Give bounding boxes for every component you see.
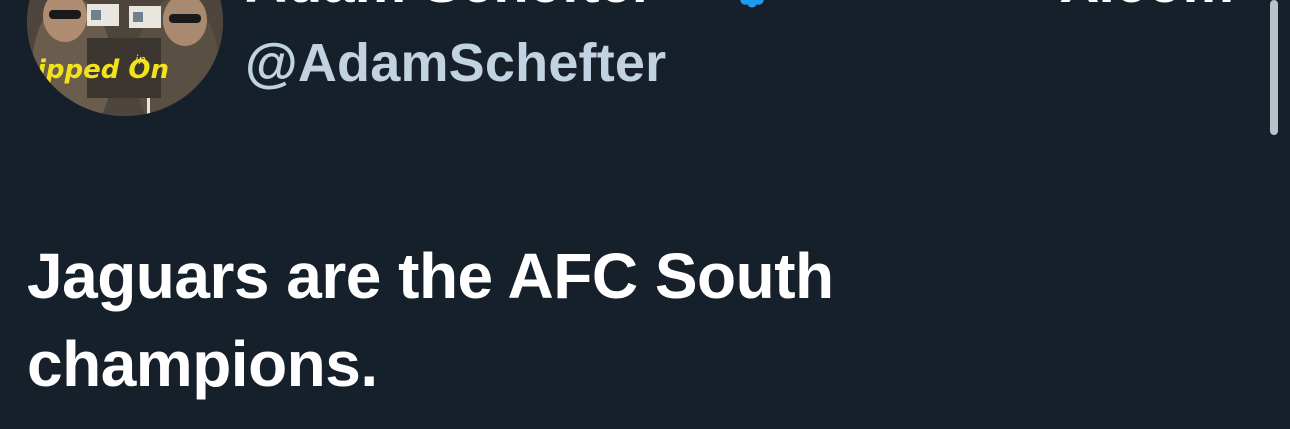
svg-text:in: in — [135, 53, 146, 67]
display-name[interactable]: Adam Schefter — [245, 0, 654, 12]
source-mark: X.com — [1060, 0, 1234, 12]
user-handle[interactable]: @AdamSchefter — [245, 36, 666, 90]
scrollbar[interactable] — [1270, 0, 1278, 135]
tweet-card: ipped On in Adam Schefter X.com @AdamSch… — [0, 0, 1290, 429]
verified-badge-icon — [740, 0, 764, 8]
tweet-text: Jaguars are the AFC South champions. — [27, 240, 834, 400]
svg-text:ipped On: ipped On — [37, 55, 169, 85]
avatar[interactable]: ipped On in — [27, 0, 223, 116]
avatar-image: ipped On in — [27, 0, 223, 116]
